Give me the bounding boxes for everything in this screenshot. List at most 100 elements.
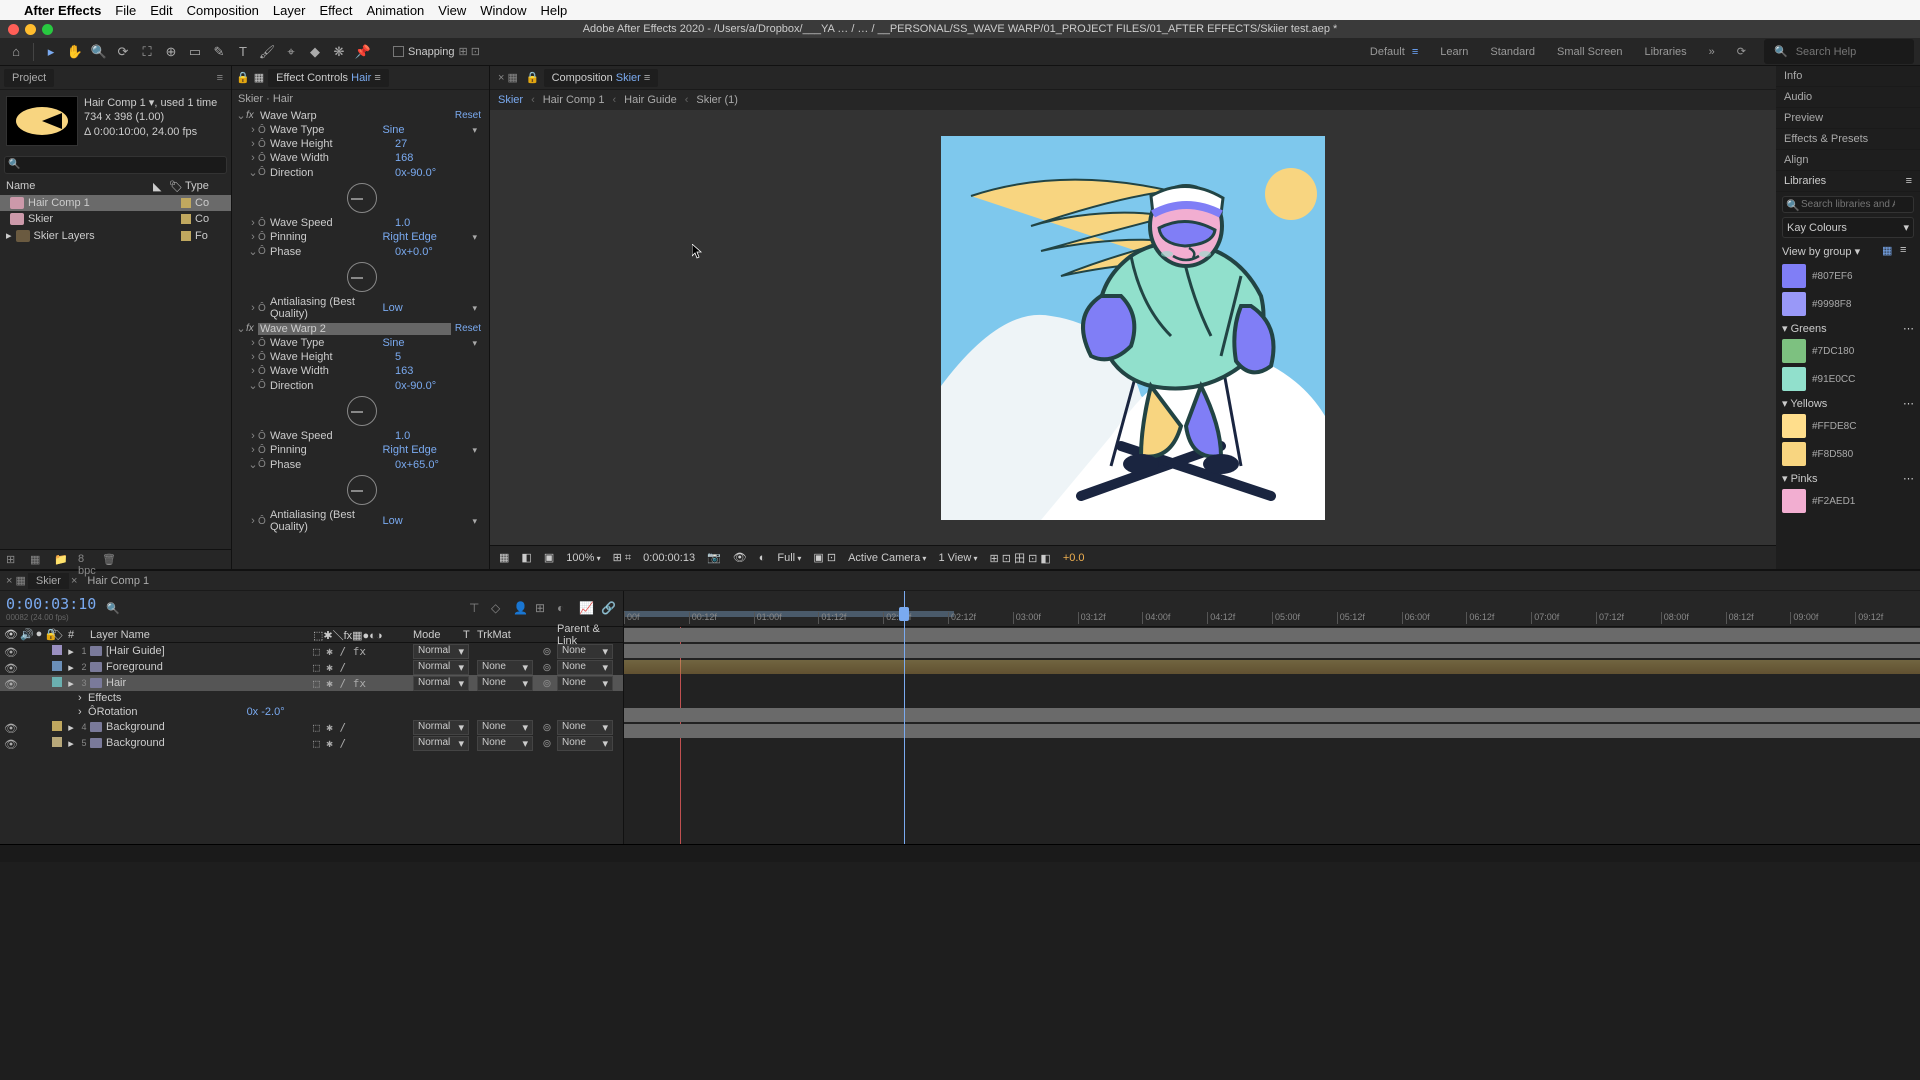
layer-row[interactable]: 👁▸3Hair⬚ ✱ / fxNormal▾None▾⊚None▾ [0,675,623,691]
timecode-display[interactable]: 0:00:03:10 [6,595,96,613]
time-ruler[interactable]: 00f00:12f01:00f01:12f02:00f02:12f03:00f0… [624,591,1920,627]
effect-property[interactable]: ⌄ÔPhase0x+65.0° [232,457,489,472]
views-dropdown[interactable]: 1 View [935,552,980,564]
eraser-tool[interactable]: ◆ [305,42,325,62]
angle-dial[interactable] [347,475,377,505]
composition-tab[interactable]: Composition Skier ≡ [544,69,659,87]
effect-property[interactable]: ›ÔWave Speed1.0 [232,216,489,230]
motion-blur-icon[interactable]: ◐ [557,601,573,617]
library-swatch[interactable]: #807EF6 [1782,262,1914,290]
project-item[interactable]: Hair Comp 1Co [0,195,231,211]
view-by-label[interactable]: View by group ▾ [1782,245,1860,258]
project-tab[interactable]: Project [4,69,54,87]
viewer[interactable] [490,110,1776,545]
layer-row[interactable]: 👁▸1[Hair Guide]⬚ ✱ / fxNormal▾⊚None▾ [0,643,623,659]
angle-dial[interactable] [347,396,377,426]
toggle-mask-icon[interactable]: ◧ [518,551,534,564]
clone-tool[interactable]: ⌖ [281,42,301,62]
effect-property[interactable]: ›ÔAntialiasing (Best Quality)Low▾ [232,508,489,534]
toggle-transparency-icon[interactable]: ▣ [541,551,557,564]
crumb-hair-guide[interactable]: Hair Guide [624,94,677,106]
minimize-window[interactable] [25,24,36,35]
grid-view-icon[interactable]: ▦ [1882,244,1896,258]
angle-dial[interactable] [347,183,377,213]
zoom-dropdown[interactable]: 100% [563,552,603,564]
crumb-hair-comp[interactable]: Hair Comp 1 [543,94,605,106]
crumb-skier-1[interactable]: Skier (1) [696,94,738,106]
library-group-header[interactable]: ▾ Greens⋯ [1782,320,1914,337]
layer-track[interactable] [624,643,1920,659]
timeline-tab-skier[interactable]: Skier [28,573,69,589]
col-name[interactable]: Name [6,180,153,193]
close-window[interactable] [8,24,19,35]
toggle-alpha-icon[interactable]: ▦ [496,551,512,564]
list-view-icon[interactable]: ≡ [1900,244,1914,258]
library-swatch[interactable]: #91E0CC [1782,365,1914,393]
view-layout-icon[interactable]: ⊞ ⊡ 田 ⊡ ◧ [987,550,1054,566]
effect-property[interactable]: ⌄ÔDirection0x-90.0° [232,378,489,393]
roto-brush-tool[interactable]: ❋ [329,42,349,62]
snapshot-icon[interactable]: 📷 [704,551,724,564]
property-row[interactable]: ›Effects [0,691,623,705]
effect-property[interactable]: ›ÔWave Speed1.0 [232,429,489,443]
effect-header[interactable]: ⌄fxWave Warp 2Reset [232,321,489,336]
snapping-checkbox[interactable] [393,46,404,57]
layer-row[interactable]: 👁▸5Background⬚ ✱ /Normal▾None▾⊚None▾ [0,735,623,751]
rectangle-tool[interactable]: ▭ [185,42,205,62]
delete-icon[interactable]: 🗑 [102,553,118,567]
effect-property[interactable]: ⌄ÔPhase0x+0.0° [232,244,489,259]
interpret-footage-icon[interactable]: ⊞ [6,553,22,567]
workspace-small-screen[interactable]: Small Screen [1553,42,1626,62]
lock-icon[interactable]: 🔒 [526,71,540,84]
effect-property[interactable]: ›ÔAntialiasing (Best Quality)Low▾ [232,295,489,321]
preview-tab[interactable]: Preview [1776,108,1920,129]
bpc-toggle[interactable]: 8 bpc [78,553,94,567]
frame-blend-icon[interactable]: ⊞ [535,601,551,617]
viewer-options-icon[interactable]: ⊞ ⌗ [610,551,634,565]
libraries-tab[interactable]: Libraries≡ [1776,171,1920,192]
effect-property[interactable]: ›ÔWave TypeSine▾ [232,336,489,350]
library-selector[interactable]: Kay Colours▾ [1782,217,1914,238]
effect-property[interactable]: ⌄ÔDirection0x-90.0° [232,165,489,180]
layer-track[interactable] [624,723,1920,739]
current-time-display[interactable]: 0:00:00:13 [640,552,698,564]
col-type[interactable]: Type [185,180,225,193]
menu-file[interactable]: File [115,3,136,18]
workspace-overflow[interactable]: » [1705,42,1719,62]
menu-window[interactable]: Window [480,3,526,18]
roi-icon[interactable]: ▣ ⊡ [810,551,839,564]
project-item[interactable]: SkierCo [0,211,231,227]
zoom-window[interactable] [42,24,53,35]
graph-editor-icon[interactable]: 📈 [579,601,595,617]
show-channel-icon[interactable]: 👁 [730,551,750,564]
library-search-input[interactable] [1782,196,1914,213]
lock-icon[interactable]: 🔒 [236,71,250,84]
menu-edit[interactable]: Edit [150,3,172,18]
library-swatch[interactable]: #FFDE8C [1782,412,1914,440]
search-help[interactable]: 🔍 [1764,39,1914,64]
new-folder-icon[interactable]: 📁 [54,553,70,567]
project-item[interactable]: ▸Skier LayersFo [0,227,231,244]
sync-icon[interactable]: ⟳ [1733,41,1750,62]
layer-search-input[interactable] [120,603,320,615]
pen-tool[interactable]: ✎ [209,42,229,62]
brush-tool[interactable]: 🖌 [257,42,277,62]
workspace-learn[interactable]: Learn [1436,42,1472,62]
menu-effect[interactable]: Effect [319,3,352,18]
zoom-tool[interactable]: 🔍 [89,42,109,62]
color-mgmt-icon[interactable]: ◐ [756,552,769,564]
effect-property[interactable]: ›ÔPinningRight Edge▾ [232,230,489,244]
layer-track[interactable] [624,659,1920,675]
camera-tool[interactable]: ⛶ [137,42,157,62]
brain-icon[interactable]: 🔗 [601,601,617,617]
menu-view[interactable]: View [438,3,466,18]
resolution-dropdown[interactable]: Full [774,552,804,564]
exposure-value[interactable]: +0.0 [1060,552,1088,564]
project-search-input[interactable] [4,156,227,174]
selection-tool[interactable]: ▸ [41,42,61,62]
library-group-header[interactable]: ▾ Pinks⋯ [1782,470,1914,487]
menu-animation[interactable]: Animation [366,3,424,18]
menu-composition[interactable]: Composition [187,3,259,18]
camera-dropdown[interactable]: Active Camera [845,552,929,564]
align-tab[interactable]: Align [1776,150,1920,171]
